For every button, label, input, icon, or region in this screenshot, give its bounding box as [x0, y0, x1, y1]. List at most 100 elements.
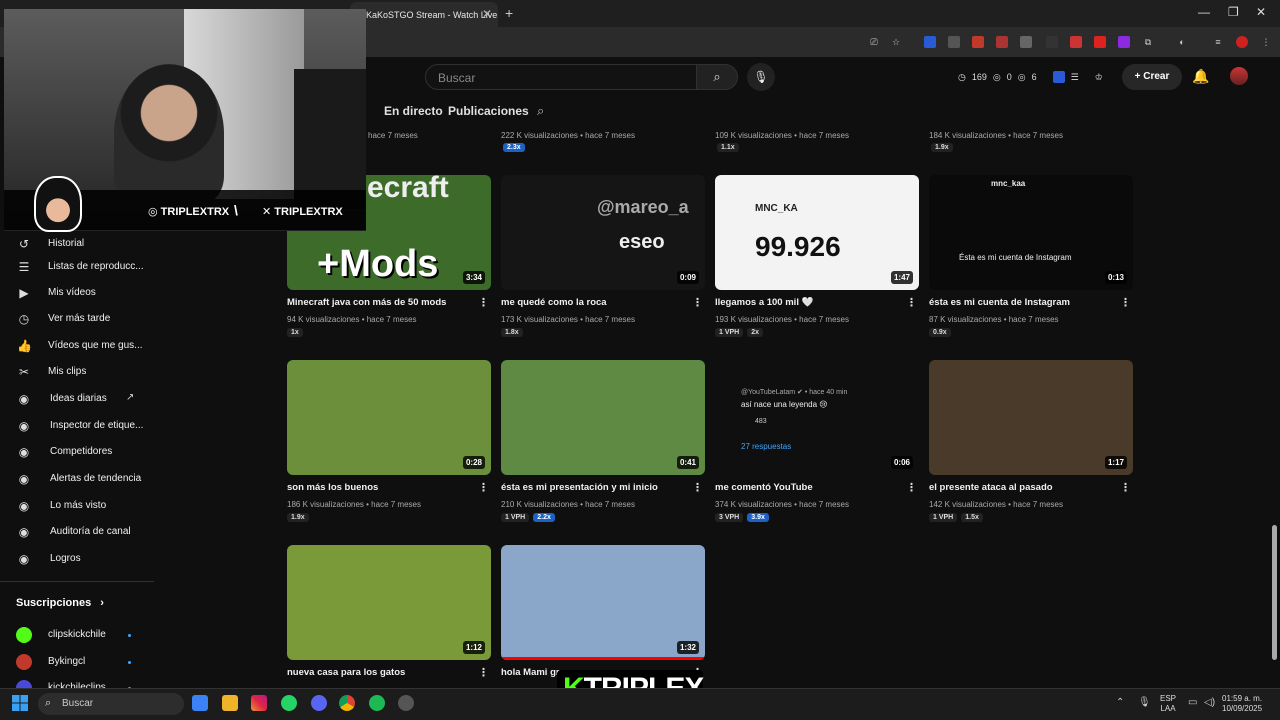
- sidebar-item-3[interactable]: ◷ Ver más tarde: [0, 306, 154, 332]
- subscription-item[interactable]: clipskickchile: [0, 622, 154, 648]
- whatsapp-icon[interactable]: [281, 695, 297, 711]
- sidebar-item-5[interactable]: ✂ Mis clips: [0, 359, 154, 385]
- more-options-icon[interactable]: ⋮: [692, 481, 703, 494]
- menu-icon[interactable]: ≡: [1212, 36, 1224, 48]
- app-icon[interactable]: [398, 695, 414, 711]
- discord-icon[interactable]: [311, 695, 327, 711]
- bookmark-star-icon[interactable]: ☆: [890, 36, 902, 48]
- trophy-icon[interactable]: ♔: [1095, 72, 1103, 83]
- more-options-icon[interactable]: ⋮: [478, 296, 489, 309]
- video-thumbnail[interactable]: 1:17: [929, 360, 1133, 475]
- extension-icon[interactable]: [1020, 36, 1032, 48]
- close-window-icon[interactable]: ✕: [1256, 5, 1266, 19]
- webcam-background: [294, 69, 366, 209]
- sidebar-item-6[interactable]: ◉ Ideas diarias ↗: [0, 386, 154, 412]
- search-input[interactable]: Buscar: [425, 64, 697, 90]
- subscription-item[interactable]: Bykingcl: [0, 649, 154, 675]
- sidebar-item-12[interactable]: ◉ Logros: [0, 546, 154, 572]
- microphone-icon[interactable]: 🎙: [1138, 697, 1151, 708]
- extension-icon[interactable]: [1118, 36, 1130, 48]
- extension-icon[interactable]: [996, 36, 1008, 48]
- avatar[interactable]: [1230, 67, 1248, 85]
- video-thumbnail[interactable]: 0:41: [501, 360, 705, 475]
- more-options-icon[interactable]: ⋮: [478, 666, 489, 679]
- sidebar-item-label: Vídeos que me gus...: [48, 340, 143, 351]
- search-icon[interactable]: ⌕: [696, 64, 738, 90]
- video-title[interactable]: Minecraft java con más de 50 mods: [287, 297, 467, 308]
- sidebar-item-7[interactable]: ◉ Inspector de etique...: [0, 413, 154, 439]
- video-title[interactable]: nueva casa para los gatos: [287, 667, 467, 678]
- more-options-icon[interactable]: ⋮: [1120, 481, 1131, 494]
- sidebar-item-11[interactable]: ◉ Auditoría de canal: [0, 519, 154, 545]
- video-title[interactable]: ésta es mi presentación y mi inicio: [501, 482, 681, 493]
- windows-start-icon[interactable]: [12, 695, 28, 711]
- notifications-bell-icon[interactable]: 🔔: [1192, 68, 1209, 85]
- volume-icon[interactable]: ◁): [1204, 697, 1215, 708]
- tab-close-icon[interactable]: ✕: [482, 7, 492, 21]
- more-options-icon[interactable]: ⋮: [906, 481, 917, 494]
- taskbar-search-input[interactable]: Buscar: [38, 693, 184, 715]
- new-tab-button[interactable]: +: [505, 5, 513, 21]
- video-title[interactable]: me comentó YouTube: [715, 482, 895, 493]
- eye-icon: ◎: [1017, 71, 1026, 82]
- list-icon[interactable]: ☰: [1071, 72, 1079, 83]
- extension-icon[interactable]: [924, 36, 936, 48]
- chrome-icon[interactable]: [339, 695, 355, 711]
- instagram-icon[interactable]: [251, 695, 267, 711]
- cast-icon[interactable]: ⎚: [868, 36, 880, 48]
- sidebar-item-2[interactable]: ▶ Mis vídeos: [0, 280, 154, 306]
- task-view-icon[interactable]: [192, 695, 208, 711]
- file-explorer-icon[interactable]: [222, 695, 238, 711]
- minimize-icon[interactable]: —: [1198, 5, 1210, 19]
- more-options-icon[interactable]: ⋮: [906, 296, 917, 309]
- extension-icon[interactable]: [1052, 71, 1065, 83]
- video-thumbnail[interactable]: 1:12: [287, 545, 491, 660]
- scrollbar[interactable]: [1272, 525, 1277, 660]
- extensions-puzzle-icon[interactable]: ⧉: [1142, 36, 1154, 48]
- playlists-icon: ☰: [18, 260, 30, 274]
- video-title[interactable]: ésta es mi cuenta de Instagram: [929, 297, 1109, 308]
- create-button[interactable]: + Crear: [1122, 64, 1182, 90]
- tab-posts[interactable]: Publicaciones: [448, 104, 529, 118]
- extension-icon[interactable]: [948, 36, 960, 48]
- channel-search-icon[interactable]: ⌕: [537, 103, 544, 119]
- clock[interactable]: 01:59 a. m. 10/09/2025: [1222, 694, 1262, 714]
- microphone-icon[interactable]: 🎙: [747, 63, 775, 91]
- badges: 1.8x: [501, 328, 523, 337]
- more-options-icon[interactable]: ⋮: [1120, 296, 1131, 309]
- video-title[interactable]: son más los buenos: [287, 482, 467, 493]
- extension-icon[interactable]: [1046, 36, 1058, 48]
- video-thumbnail[interactable]: MNC_KA 99.926 1:47: [715, 175, 919, 290]
- video-thumbnail[interactable]: @mareo_a eseo 0:09: [501, 175, 705, 290]
- spotify-icon[interactable]: [369, 695, 385, 711]
- sidebar-item-10[interactable]: ◉ Lo más visto: [0, 493, 154, 519]
- video-title[interactable]: llegamos a 100 mil 🤍: [715, 297, 895, 308]
- extension-icon[interactable]: [972, 36, 984, 48]
- profile-icon[interactable]: ◐: [1176, 36, 1188, 48]
- extension-icon[interactable]: [1236, 36, 1248, 48]
- network-icon[interactable]: ▭: [1188, 697, 1197, 708]
- video-thumbnail[interactable]: mnc_kaa Ésta es mi cuenta de Instagram 0:1…: [929, 175, 1133, 290]
- extension-icon[interactable]: [1094, 36, 1106, 48]
- video-thumbnail[interactable]: @YouTubeLatam ✔ • hace 40 min así nace un…: [715, 360, 919, 475]
- video-title[interactable]: me quedé como la roca: [501, 297, 681, 308]
- outlier-badge: 2.2x: [533, 513, 555, 522]
- video-title[interactable]: el presente ataca al pasado: [929, 482, 1109, 493]
- language-indicator[interactable]: ESP LAA: [1160, 694, 1176, 714]
- browser-menu-icon[interactable]: ⋮: [1260, 36, 1272, 48]
- tab-live[interactable]: En directo: [384, 104, 443, 118]
- more-options-icon[interactable]: ⋮: [478, 481, 489, 494]
- sidebar-item-9[interactable]: ◉ Alertas de tendencia: [0, 466, 154, 492]
- video-thumbnail[interactable]: 1:32: [501, 545, 705, 660]
- chevron-up-icon[interactable]: ⌃: [1116, 697, 1124, 708]
- browser-tab-active[interactable]: KaKoSTGO Stream - Watch Live ✕: [350, 2, 498, 27]
- more-options-icon[interactable]: ⋮: [692, 296, 703, 309]
- sidebar-item-8[interactable]: ◉ Competidores: [0, 439, 154, 465]
- sidebar-item-4[interactable]: 👍 Vídeos que me gus...: [0, 333, 154, 359]
- sidebar-item-1[interactable]: ☰ Listas de reproducc...: [0, 254, 154, 280]
- maximize-icon[interactable]: ❐: [1228, 5, 1239, 19]
- badges: 0.9x: [929, 328, 951, 337]
- video-thumbnail[interactable]: 0:28: [287, 360, 491, 475]
- extension-icon[interactable]: [1070, 36, 1082, 48]
- subscriptions-heading[interactable]: Suscripciones ›: [16, 597, 104, 609]
